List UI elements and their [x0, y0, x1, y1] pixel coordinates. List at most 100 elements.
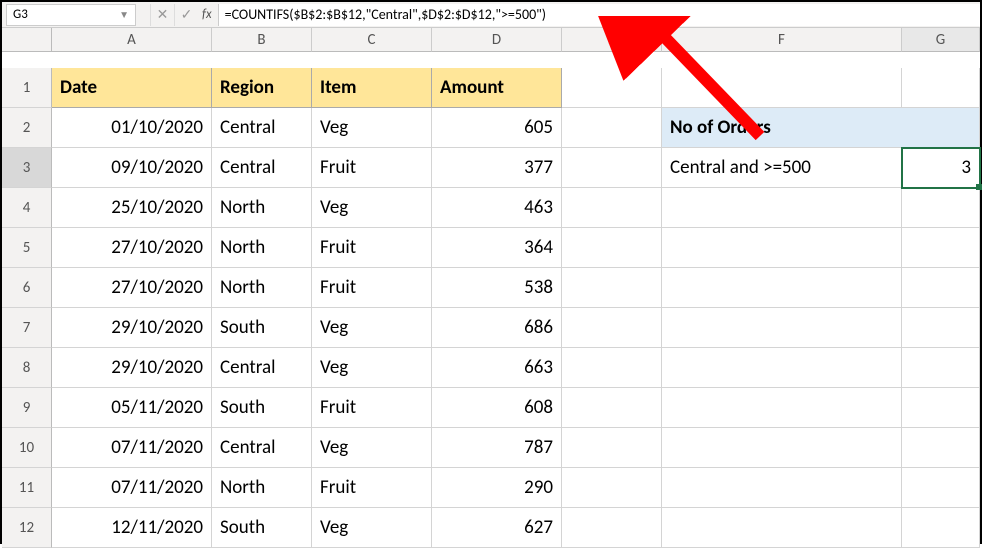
- cell-region[interactable]: South: [212, 308, 312, 348]
- col-header-F[interactable]: F: [662, 28, 902, 52]
- cell-item[interactable]: Veg: [312, 348, 432, 388]
- cell[interactable]: [662, 68, 902, 108]
- cell[interactable]: [902, 308, 980, 348]
- cell[interactable]: [902, 228, 980, 268]
- cell-date[interactable]: 25/10/2020: [52, 188, 212, 228]
- cell-amount[interactable]: 686: [432, 308, 562, 348]
- cell-amount[interactable]: 538: [432, 268, 562, 308]
- row-header[interactable]: 11: [2, 468, 52, 508]
- cell-date[interactable]: 05/11/2020: [52, 388, 212, 428]
- cell-item[interactable]: Veg: [312, 188, 432, 228]
- cell-region[interactable]: North: [212, 468, 312, 508]
- row-header[interactable]: 4: [2, 188, 52, 228]
- cell-region[interactable]: North: [212, 228, 312, 268]
- row-header[interactable]: 12: [2, 508, 52, 548]
- row-header[interactable]: 7: [2, 308, 52, 348]
- cell-item[interactable]: Veg: [312, 508, 432, 548]
- cell[interactable]: [562, 308, 662, 348]
- cell[interactable]: [562, 188, 662, 228]
- cell-amount[interactable]: 787: [432, 428, 562, 468]
- cell-date[interactable]: 07/11/2020: [52, 428, 212, 468]
- col-header-G[interactable]: G: [902, 28, 980, 52]
- cell[interactable]: [902, 68, 980, 108]
- cell-amount[interactable]: 290: [432, 468, 562, 508]
- col-header-B[interactable]: B: [212, 28, 312, 52]
- cell-region[interactable]: Central: [212, 428, 312, 468]
- cell[interactable]: [902, 188, 980, 228]
- cell-region[interactable]: North: [212, 188, 312, 228]
- cell-amount[interactable]: 608: [432, 388, 562, 428]
- cell-date[interactable]: 07/11/2020: [52, 468, 212, 508]
- cell[interactable]: [662, 468, 902, 508]
- cell-date[interactable]: 27/10/2020: [52, 228, 212, 268]
- cell[interactable]: [562, 508, 662, 548]
- cell[interactable]: [662, 228, 902, 268]
- row-header[interactable]: 9: [2, 388, 52, 428]
- cell-amount[interactable]: 663: [432, 348, 562, 388]
- cell-item[interactable]: Fruit: [312, 228, 432, 268]
- cell[interactable]: [662, 308, 902, 348]
- cancel-icon[interactable]: ✕: [150, 4, 174, 26]
- cell-region[interactable]: North: [212, 268, 312, 308]
- cell-region[interactable]: Central: [212, 348, 312, 388]
- col-header-A[interactable]: A: [52, 28, 212, 52]
- table-header-date[interactable]: Date: [52, 68, 212, 108]
- cell[interactable]: [662, 428, 902, 468]
- cell-region[interactable]: Central: [212, 148, 312, 188]
- cell[interactable]: [662, 508, 902, 548]
- col-header-C[interactable]: C: [312, 28, 432, 52]
- cell-region[interactable]: South: [212, 508, 312, 548]
- enter-icon[interactable]: ✓: [174, 4, 198, 26]
- cell-item[interactable]: Fruit: [312, 468, 432, 508]
- table-header-region[interactable]: Region: [212, 68, 312, 108]
- cell-date[interactable]: 29/10/2020: [52, 308, 212, 348]
- cell[interactable]: [662, 348, 902, 388]
- cell-amount[interactable]: 377: [432, 148, 562, 188]
- cell-region[interactable]: South: [212, 388, 312, 428]
- cell-amount[interactable]: 605: [432, 108, 562, 148]
- cell[interactable]: [902, 348, 980, 388]
- cell-region[interactable]: Central: [212, 108, 312, 148]
- cell[interactable]: [562, 428, 662, 468]
- cell[interactable]: [902, 388, 980, 428]
- cell[interactable]: [902, 268, 980, 308]
- cell-item[interactable]: Veg: [312, 428, 432, 468]
- cell[interactable]: [902, 428, 980, 468]
- cell-item[interactable]: Fruit: [312, 148, 432, 188]
- dropdown-icon[interactable]: ▼: [119, 8, 129, 21]
- cell-item[interactable]: Veg: [312, 308, 432, 348]
- cell-amount[interactable]: 463: [432, 188, 562, 228]
- cell[interactable]: [562, 228, 662, 268]
- formula-input[interactable]: =COUNTIFS($B$2:$B$12,"Central",$D$2:$D$1…: [218, 4, 980, 26]
- col-header-E[interactable]: E: [562, 28, 662, 52]
- cell[interactable]: [562, 268, 662, 308]
- result-cell[interactable]: 3: [902, 148, 980, 188]
- row-header[interactable]: 8: [2, 348, 52, 388]
- cell[interactable]: [662, 188, 902, 228]
- row-header[interactable]: 2: [2, 108, 52, 148]
- cell[interactable]: [562, 108, 662, 148]
- cell[interactable]: [562, 388, 662, 428]
- row-header[interactable]: 1: [2, 68, 52, 108]
- criteria-label[interactable]: Central and >=500: [662, 148, 902, 188]
- row-header[interactable]: 6: [2, 268, 52, 308]
- row-header[interactable]: 3: [2, 148, 52, 188]
- select-all-corner[interactable]: [2, 28, 52, 52]
- table-header-amount[interactable]: Amount: [432, 68, 562, 108]
- cell[interactable]: [662, 388, 902, 428]
- cell-date[interactable]: 01/10/2020: [52, 108, 212, 148]
- row-header[interactable]: 5: [2, 228, 52, 268]
- cell-amount[interactable]: 364: [432, 228, 562, 268]
- fx-icon[interactable]: fx: [202, 7, 212, 22]
- cell[interactable]: [562, 468, 662, 508]
- spreadsheet-grid[interactable]: A B C D E F G 1 Date Region Item Amount …: [2, 28, 980, 548]
- col-header-D[interactable]: D: [432, 28, 562, 52]
- cell-item[interactable]: Veg: [312, 108, 432, 148]
- no-of-orders-title[interactable]: No of Orders: [662, 108, 980, 148]
- cell-date[interactable]: 29/10/2020: [52, 348, 212, 388]
- cell[interactable]: [902, 468, 980, 508]
- cell-item[interactable]: Fruit: [312, 268, 432, 308]
- table-header-item[interactable]: Item: [312, 68, 432, 108]
- cell-date[interactable]: 09/10/2020: [52, 148, 212, 188]
- cell-amount[interactable]: 627: [432, 508, 562, 548]
